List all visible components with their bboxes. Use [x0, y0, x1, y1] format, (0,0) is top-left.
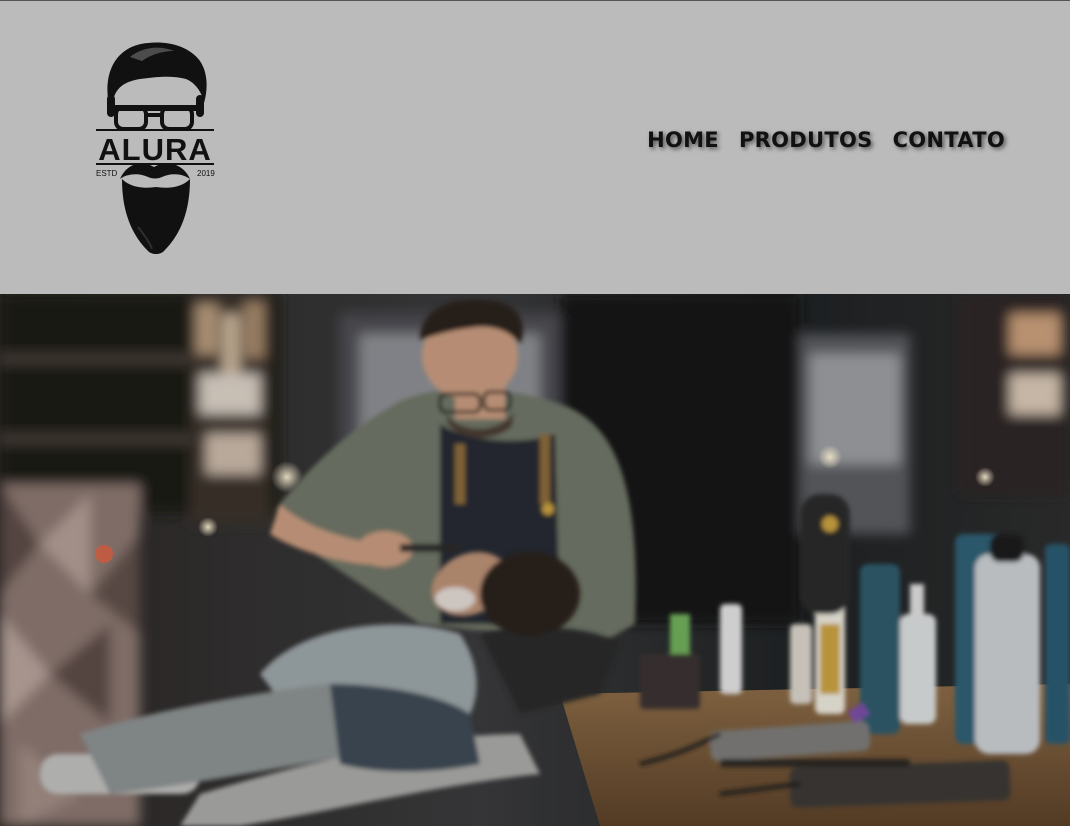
- nav-home-link[interactable]: HOME: [647, 128, 719, 152]
- nav-produtos-link[interactable]: PRODUTOS: [739, 128, 873, 152]
- bearded-man-logo-icon: ALURA ESTD 2019: [96, 42, 215, 254]
- hero-banner: [0, 294, 1070, 826]
- site-header: ALURA ESTD 2019 HOME PRODUTOS CONTATO: [0, 0, 1070, 294]
- page: ALURA ESTD 2019 HOME PRODUTOS CONTATO: [0, 0, 1070, 826]
- barbershop-hero-image: [0, 294, 1070, 826]
- logo-estd-text: ESTD: [96, 169, 118, 178]
- brand-logo[interactable]: ALURA ESTD 2019: [90, 37, 220, 257]
- nav-contato-link[interactable]: CONTATO: [893, 128, 1005, 152]
- main-nav: HOME PRODUTOS CONTATO: [647, 128, 1005, 152]
- logo-brand-text: ALURA: [98, 132, 212, 167]
- logo-year-text: 2019: [197, 169, 215, 178]
